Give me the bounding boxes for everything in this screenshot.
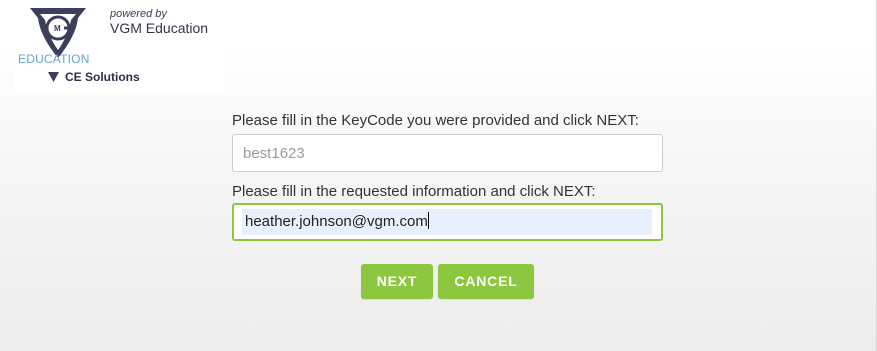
- svg-text:M: M: [54, 24, 61, 33]
- keycode-input[interactable]: [232, 134, 663, 172]
- info-input-autofill[interactable]: heather.johnson@vgm.com: [242, 209, 652, 235]
- info-input[interactable]: heather.johnson@vgm.com: [232, 203, 663, 241]
- keycode-label: Please fill in the KeyCode you were prov…: [232, 112, 639, 129]
- education-text: EDUCATION: [18, 52, 90, 66]
- cancel-button[interactable]: CANCEL: [438, 264, 534, 299]
- vgm-logo: M powered by VGM Education EDUCATION CE …: [14, 6, 224, 92]
- text-caret: [427, 212, 429, 229]
- next-button[interactable]: NEXT: [361, 264, 433, 299]
- info-label: Please fill in the requested information…: [232, 183, 596, 200]
- triangle-icon: [48, 71, 59, 82]
- powered-by-text: powered by: [110, 8, 167, 20]
- info-input-value: heather.johnson@vgm.com: [245, 213, 428, 230]
- ce-solutions-logo: CE Solutions: [48, 68, 140, 86]
- ce-solutions-text: CE Solutions: [65, 70, 140, 84]
- company-name: VGM Education: [110, 20, 209, 36]
